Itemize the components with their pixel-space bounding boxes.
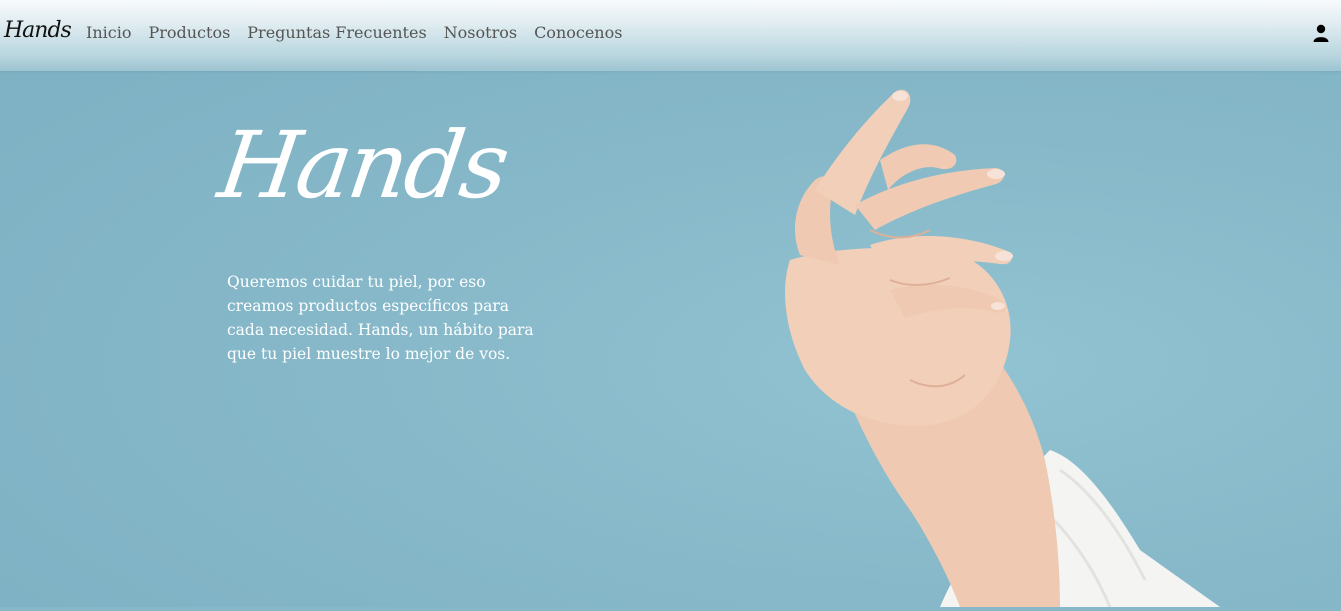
nav-link-conocenos[interactable]: Conocenos — [534, 23, 622, 42]
nav-link-productos[interactable]: Productos — [148, 23, 230, 42]
navbar: Hands Inicio Productos Preguntas Frecuen… — [0, 0, 1341, 71]
nav-link-nosotros[interactable]: Nosotros — [444, 23, 517, 42]
hands-photo — [760, 80, 1240, 611]
nav-links: Inicio Productos Preguntas Frecuentes No… — [86, 23, 639, 42]
hero-description: Queremos cuidar tu piel, por eso creamos… — [227, 273, 534, 363]
user-icon[interactable] — [1313, 24, 1329, 46]
nav-link-inicio[interactable]: Inicio — [86, 23, 131, 42]
nav-logo[interactable]: Hands — [4, 18, 72, 43]
hero-title: Hands — [212, 112, 513, 219]
nav-link-preguntas-frecuentes[interactable]: Preguntas Frecuentes — [247, 23, 426, 42]
